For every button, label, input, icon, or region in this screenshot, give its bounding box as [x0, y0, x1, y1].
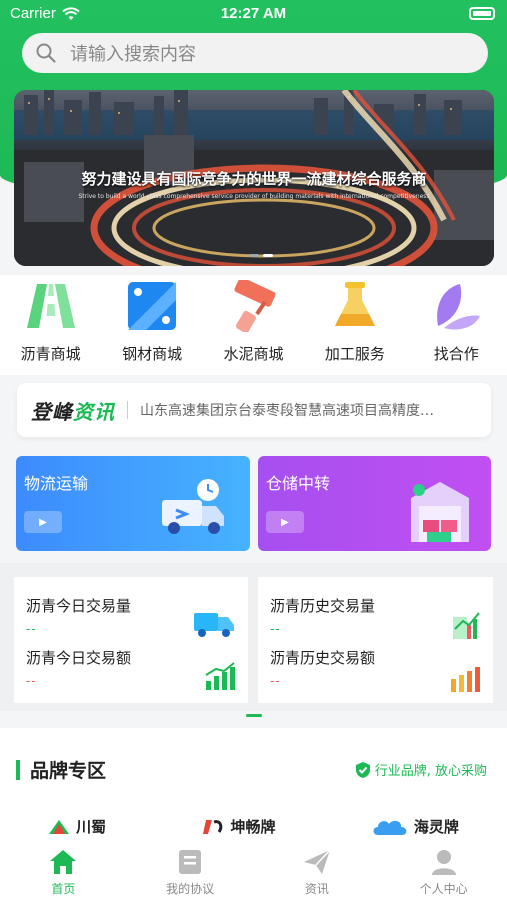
tagline-text: 行业品牌, 放心采购 [374, 764, 487, 779]
status-bar: Carrier 12:27 AM [0, 0, 507, 30]
user-icon [431, 850, 456, 875]
tab-profile[interactable]: 个人中心 [394, 840, 494, 900]
news-brand-part2: 资讯 [73, 399, 115, 424]
stat-value: -- [26, 622, 37, 636]
category-find-cooperation[interactable]: 找合作 [408, 275, 504, 375]
kc-logo-icon [203, 819, 223, 834]
stat-today-amount: 沥青今日交易额 -- [26, 647, 131, 688]
battery-icon [469, 7, 495, 20]
bottom-tab-bar: 首页 我的协议 资讯 个人中心 [0, 840, 507, 900]
news-brand: 登峰资讯 [31, 396, 115, 425]
bar-chart-icon [453, 612, 480, 639]
tab-home[interactable]: 首页 [13, 840, 113, 900]
news-ticker[interactable]: 登峰资讯 山东高速集团京台泰枣段智慧高速项目高精度… [17, 383, 491, 437]
delivery-truck-icon [162, 479, 224, 534]
banner-headline: 努力建设具有国际竞争力的世界一流建材综合服务商 [81, 170, 427, 188]
logistics-card[interactable]: 物流运输 ▶ [16, 456, 250, 551]
search-icon [36, 43, 56, 63]
tab-label: 资讯 [304, 882, 329, 896]
category-processing-service[interactable]: 加工服务 [307, 275, 403, 375]
banner-subline: Strive to build a world-class comprehens… [78, 193, 430, 200]
brand-logo-label: 坤畅牌 [230, 818, 276, 836]
rising-bars-icon [451, 667, 480, 692]
leaf-icon [437, 284, 481, 330]
category-label: 水泥商城 [223, 345, 284, 363]
stat-today-volume: 沥青今日交易量 -- [26, 595, 131, 636]
stat-label: 沥青今日交易量 [26, 597, 132, 615]
brand-logo-hailing[interactable]: 海灵牌 [372, 816, 459, 837]
paint-roller-icon [234, 280, 276, 332]
banner-carousel[interactable]: 努力建设具有国际竞争力的世界一流建材综合服务商 Strive to build … [14, 90, 494, 266]
carousel-dot-active [263, 254, 273, 257]
category-label: 找合作 [433, 345, 479, 363]
tab-label: 个人中心 [419, 882, 468, 896]
category-steel-mall[interactable]: 钢材商城 [104, 275, 200, 375]
stat-label: 沥青今日交易额 [26, 649, 132, 667]
paper-plane-icon [303, 849, 331, 874]
service-title: 仓储中转 [266, 474, 331, 493]
stat-value: -- [270, 674, 281, 688]
brand-tagline: 行业品牌, 放心采购 [355, 760, 487, 779]
growth-chart-icon [205, 662, 235, 690]
brand-logo-label: 海灵牌 [413, 818, 459, 836]
home-icon [50, 850, 77, 874]
stat-history-volume: 沥青历史交易量 -- [270, 595, 375, 636]
search-placeholder: 请输入搜索内容 [70, 44, 196, 65]
shield-check-icon [355, 761, 370, 778]
document-icon [179, 850, 202, 874]
stat-value: -- [26, 674, 37, 688]
brand-zone-header: 品牌专区 [16, 756, 106, 783]
brand-logo-kunchang[interactable]: 坤畅牌 [202, 816, 276, 837]
search-bar[interactable]: 请输入搜索内容 [22, 33, 488, 73]
road-icon [26, 284, 75, 328]
carousel-dot [249, 254, 259, 257]
category-label: 加工服务 [324, 345, 385, 363]
divider [127, 401, 128, 419]
category-cement-mall[interactable]: 水泥商城 [205, 275, 301, 375]
title-accent-bar [16, 759, 20, 780]
brand-logo-chuanshu[interactable]: 川蜀 [48, 816, 106, 837]
triangle-logo-icon [49, 819, 70, 834]
tab-label: 首页 [51, 882, 76, 896]
stat-label: 沥青历史交易量 [270, 597, 376, 615]
category-label: 沥青商城 [20, 345, 81, 363]
stat-label: 沥青历史交易额 [270, 649, 376, 667]
news-brand-part1: 登峰 [31, 399, 73, 424]
steel-plate-icon [128, 282, 177, 330]
category-row: 沥青商城 钢材商城 水泥商城 加工服务 找合作 [0, 275, 507, 375]
stat-value: -- [270, 622, 281, 636]
page-indicator [246, 714, 262, 717]
brand-zone-title: 品牌专区 [30, 760, 107, 782]
brand-logo-row: 川蜀 坤畅牌 海灵牌 [0, 816, 507, 837]
asphalt-today-stats: 沥青今日交易量 -- 沥青今日交易额 -- [14, 577, 248, 703]
stat-history-amount: 沥青历史交易额 -- [270, 647, 375, 688]
warehouse-icon [411, 482, 469, 542]
tab-my-agreements[interactable]: 我的协议 [140, 840, 240, 900]
flask-icon [334, 282, 375, 326]
tab-news[interactable]: 资讯 [267, 840, 367, 900]
play-icon: ▶ [24, 511, 62, 533]
play-icon: ▶ [266, 511, 304, 533]
carousel-indicator [249, 254, 273, 257]
category-asphalt-mall[interactable]: 沥青商城 [3, 275, 99, 375]
category-label: 钢材商城 [122, 345, 183, 363]
storage-card[interactable]: 仓储中转 ▶ [258, 456, 491, 551]
clock: 12:27 AM [220, 5, 287, 22]
asphalt-history-stats: 沥青历史交易量 -- 沥青历史交易额 -- [258, 577, 493, 703]
truck-icon [194, 613, 234, 637]
cloud-logo-icon [373, 820, 407, 835]
tab-label: 我的协议 [166, 882, 215, 896]
service-title: 物流运输 [24, 474, 89, 493]
brand-logo-label: 川蜀 [76, 818, 107, 836]
news-headline[interactable]: 山东高速集团京台泰枣段智慧高速项目高精度… [140, 400, 477, 420]
